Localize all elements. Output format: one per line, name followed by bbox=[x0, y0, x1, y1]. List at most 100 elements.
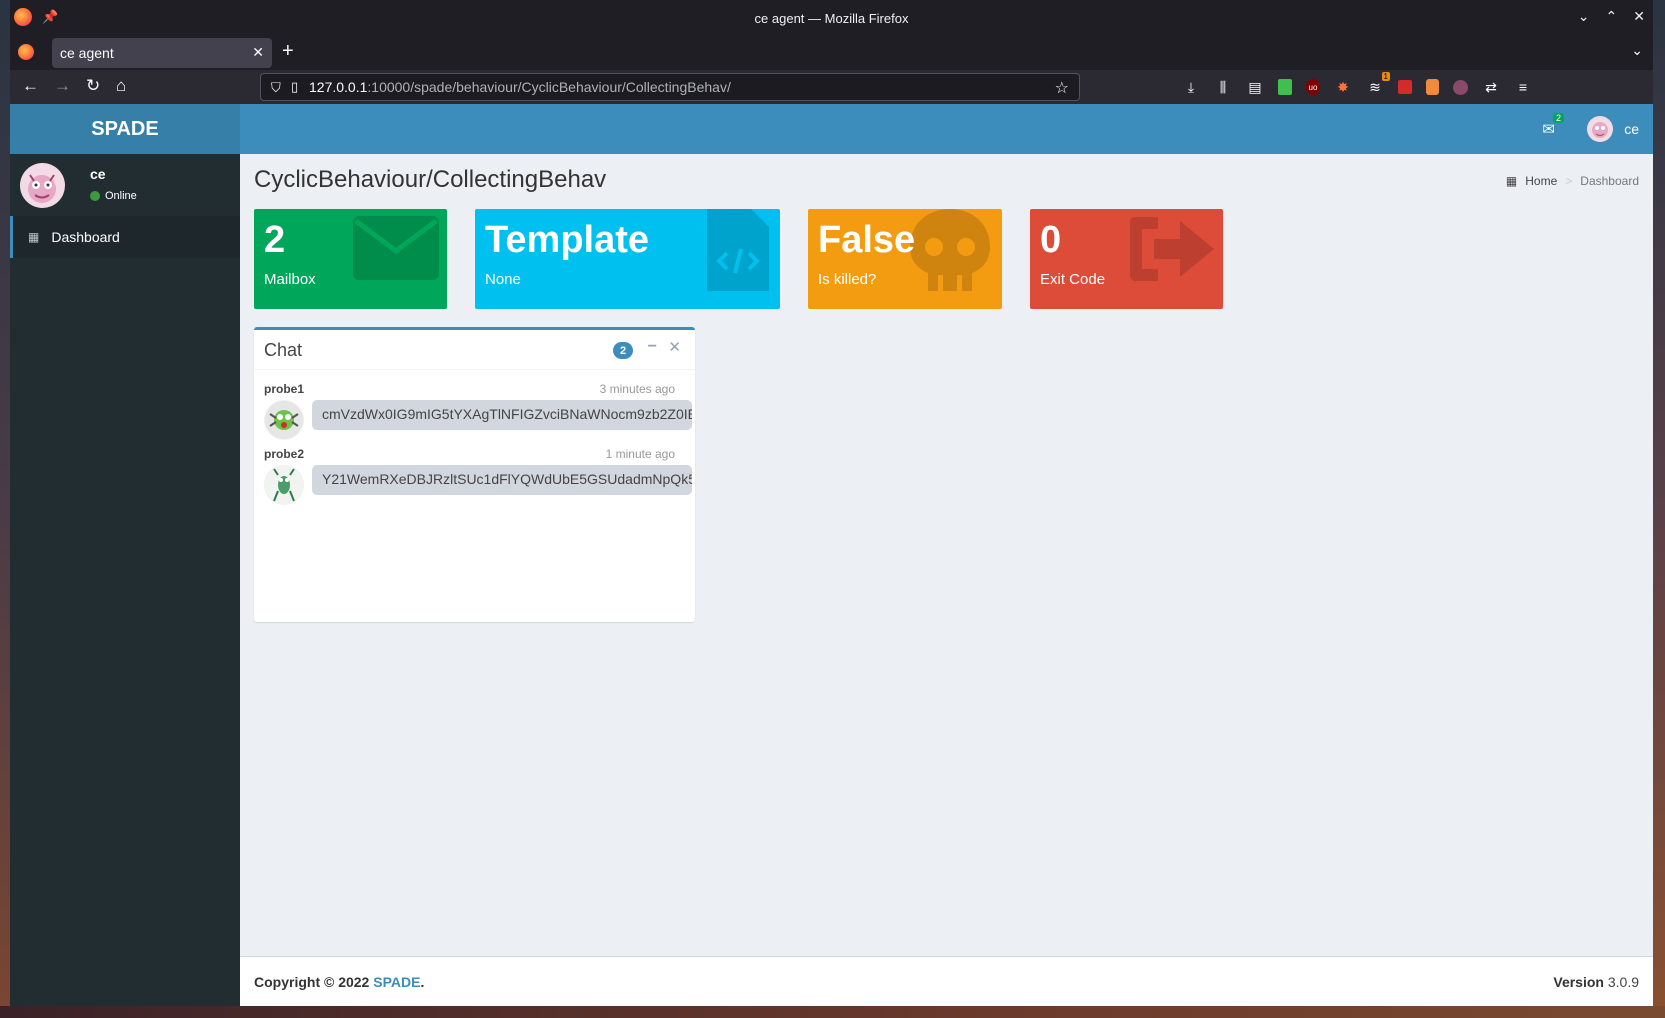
mail-icon[interactable]: ✉ 2 bbox=[1542, 113, 1564, 138]
footer-version: Version 3.0.9 bbox=[1553, 973, 1639, 990]
hamburger-menu-icon[interactable]: ≡ bbox=[1514, 78, 1532, 96]
tab-title: ce agent bbox=[60, 45, 114, 61]
file-code-icon bbox=[707, 209, 769, 291]
footer-copyright: Copyright © 2022 SPADE. bbox=[254, 973, 425, 990]
list-tabs-chevron-icon[interactable]: ⌄ bbox=[1631, 42, 1643, 59]
probe1-avatar bbox=[264, 400, 304, 440]
exit-code-value: 0 bbox=[1040, 219, 1062, 261]
minimize-chat-icon[interactable]: − bbox=[648, 338, 657, 356]
message-sender: probe2 bbox=[264, 447, 305, 461]
mailbox-label: Mailbox bbox=[264, 271, 316, 288]
profile-extension-icon[interactable] bbox=[1453, 79, 1468, 95]
mailbox-count: 2 bbox=[264, 219, 286, 261]
user-panel: ce Online bbox=[10, 154, 240, 216]
reload-icon[interactable]: ↻ bbox=[86, 76, 100, 96]
sidebar-avatar bbox=[20, 163, 65, 208]
sidebar-item-label: Dashboard bbox=[51, 229, 120, 245]
forward-arrow-icon[interactable]: → bbox=[54, 76, 71, 96]
chat-box: Chat 2 − ✕ probe1 3 minutes ago cmVzdWx0… bbox=[254, 327, 695, 622]
chat-message: probe1 3 minutes ago cmVzdWx0IG9mIG5tYXA… bbox=[264, 382, 692, 442]
red-extension-icon[interactable] bbox=[1398, 80, 1412, 94]
killed-infobox: False Is killed? bbox=[808, 209, 1002, 309]
tab-ce-agent[interactable]: ce agent ✕ bbox=[52, 38, 272, 68]
firefox-logo-icon bbox=[14, 8, 32, 26]
sidebar-toggle-icon[interactable]: ▤ bbox=[1246, 78, 1264, 96]
skull-icon bbox=[910, 209, 990, 291]
probe2-avatar bbox=[264, 465, 304, 505]
user-status: Online bbox=[90, 190, 137, 202]
chat-message: probe2 1 minute ago Y21WemRXeDBJRzltSUc1… bbox=[264, 447, 692, 507]
ublock-extension-icon[interactable]: uo bbox=[1306, 79, 1320, 95]
template-label: None bbox=[485, 271, 521, 288]
user-name[interactable]: ce bbox=[1624, 121, 1639, 137]
sidebar-user-name: ce bbox=[90, 166, 106, 182]
exit-code-label: Exit Code bbox=[1040, 271, 1106, 288]
desktop-background-right bbox=[1653, 0, 1665, 1018]
arrow-extension-icon[interactable]: ⇄ bbox=[1482, 78, 1500, 96]
close-window-icon[interactable]: ✕ bbox=[1633, 8, 1645, 25]
desktop-background-bottom bbox=[0, 1006, 1665, 1018]
message-text: cmVzdWx0IG9mIG5tYXAgTlNFIGZvciBNaWNocm9z… bbox=[312, 400, 692, 430]
firefox-view-icon[interactable] bbox=[18, 44, 34, 60]
footer: Copyright © 2022 SPADE. Version 3.0.9 bbox=[240, 956, 1653, 1006]
tab-bar: ce agent ✕ + ⌄ bbox=[10, 36, 1653, 70]
user-avatar[interactable] bbox=[1587, 116, 1613, 142]
green-extension-icon[interactable] bbox=[1278, 79, 1292, 95]
top-navbar: ✉ 2 ce bbox=[240, 104, 1653, 154]
breadcrumb: ▦ Home > Dashboard bbox=[1506, 174, 1639, 188]
url-host: 127.0.0.1 bbox=[309, 79, 368, 95]
minimize-icon[interactable]: ⌄ bbox=[1578, 8, 1590, 25]
tab-close-icon[interactable]: ✕ bbox=[252, 44, 264, 61]
desktop-background-left bbox=[0, 0, 10, 1018]
template-value: Template bbox=[485, 219, 650, 261]
footer-brand-link[interactable]: SPADE bbox=[373, 974, 420, 990]
content-area: CyclicBehaviour/CollectingBehav ▦ Home >… bbox=[240, 154, 1653, 1006]
maximize-icon[interactable]: ⌃ bbox=[1606, 8, 1618, 25]
window-controls: ⌄ ⌃ ✕ bbox=[1578, 8, 1645, 25]
library-icon[interactable]: ⫼ bbox=[1214, 78, 1232, 96]
back-arrow-icon[interactable]: ← bbox=[22, 76, 39, 96]
killed-label: Is killed? bbox=[818, 271, 877, 288]
close-chat-icon[interactable]: ✕ bbox=[668, 338, 681, 356]
mailbox-infobox: 2 Mailbox bbox=[254, 209, 447, 309]
online-dot-icon bbox=[90, 191, 100, 201]
downloads-icon[interactable]: ⤓ bbox=[1182, 78, 1200, 96]
toolbar-icons: ⤓ ⫼ ▤ uo ✸ ≋ 1 ⇄ ≡ bbox=[1182, 72, 1532, 96]
new-tab-icon[interactable]: + bbox=[282, 40, 294, 63]
template-infobox: Template None bbox=[475, 209, 780, 309]
breadcrumb-home[interactable]: Home bbox=[1525, 174, 1557, 188]
url-path: :10000/spade/behaviour/CyclicBehaviour/C… bbox=[367, 79, 731, 95]
dashboard-icon: ▦ bbox=[28, 230, 40, 244]
stack-extension-icon[interactable]: ≋ 1 bbox=[1366, 72, 1390, 96]
sidebar-item-dashboard[interactable]: ▦ Dashboard bbox=[10, 216, 240, 258]
pin-icon[interactable]: 📌 bbox=[42, 9, 58, 25]
page-info-icon[interactable]: ▯ bbox=[291, 79, 298, 95]
message-time: 3 minutes ago bbox=[599, 382, 675, 396]
home-icon[interactable]: ⌂ bbox=[116, 76, 126, 96]
sidebar: ce Online ▦ Dashboard bbox=[10, 154, 240, 1006]
orange-extension-icon[interactable] bbox=[1426, 79, 1439, 95]
app-logo[interactable]: SPADE bbox=[10, 104, 240, 154]
breadcrumb-separator: > bbox=[1565, 174, 1573, 188]
url-bar[interactable]: ⛉ ▯ 127.0.0.1:10000/spade/behaviour/Cycl… bbox=[260, 73, 1080, 101]
bookmark-star-icon[interactable]: ☆ bbox=[1055, 78, 1069, 98]
mail-count-badge: 2 bbox=[1552, 113, 1564, 123]
navigation-bar: ← → ↻ ⌂ ⛉ ▯ 127.0.0.1:10000/spade/behavi… bbox=[10, 70, 1653, 104]
sign-out-icon bbox=[1130, 217, 1214, 281]
exit-code-infobox: 0 Exit Code bbox=[1030, 209, 1223, 309]
killed-value: False bbox=[818, 219, 916, 261]
window-titlebar: 📌 ce agent — Mozilla Firefox ⌄ ⌃ ✕ bbox=[10, 0, 1653, 36]
tracking-shield-icon[interactable]: ⛉ bbox=[271, 80, 281, 96]
page-viewport: SPADE ✉ 2 ce ce Online ▦ Dashboard Cyclic… bbox=[10, 104, 1653, 1006]
message-time: 1 minute ago bbox=[605, 447, 675, 461]
firefox-window: 📌 ce agent — Mozilla Firefox ⌄ ⌃ ✕ ce ag… bbox=[10, 0, 1653, 1006]
message-text: Y21WemRXeDBJRzltSUc1dFlYQWdUbE5GSUdadmNp… bbox=[312, 465, 692, 495]
chat-title: Chat bbox=[264, 340, 303, 360]
fox-extension-icon[interactable]: ✸ bbox=[1334, 78, 1352, 96]
dashboard-icon: ▦ bbox=[1505, 174, 1518, 188]
envelope-icon bbox=[353, 216, 439, 280]
chat-count-badge: 2 bbox=[613, 342, 633, 359]
window-title: ce agent — Mozilla Firefox bbox=[754, 10, 909, 26]
page-title: CyclicBehaviour/CollectingBehav bbox=[254, 166, 607, 193]
chat-header: Chat 2 − ✕ bbox=[254, 330, 695, 370]
